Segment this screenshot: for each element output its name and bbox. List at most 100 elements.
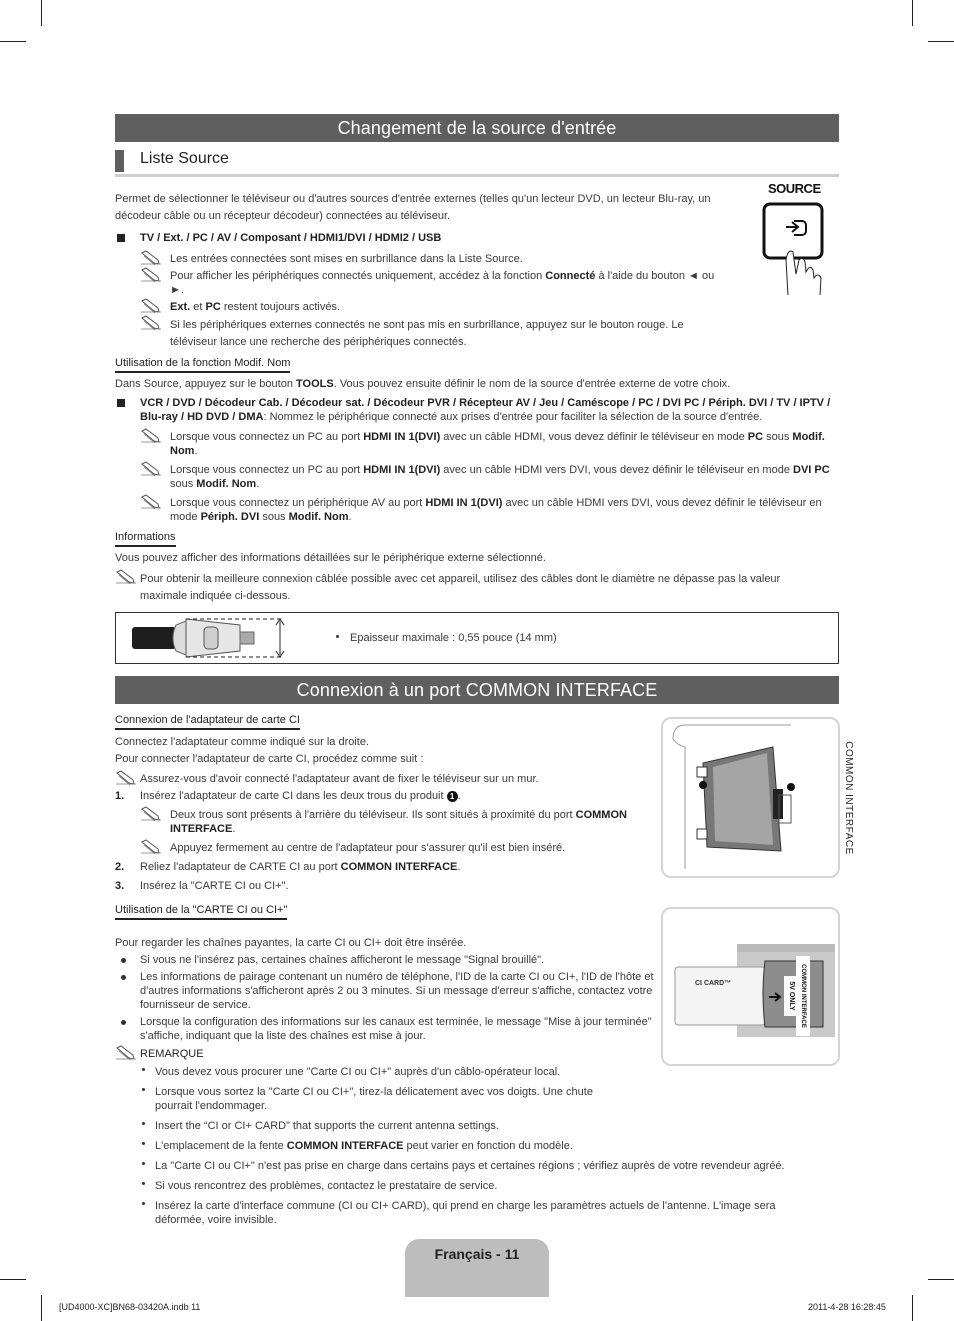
crop-mark (912, 0, 913, 26)
crop-mark (912, 1295, 913, 1321)
square-bullet-icon (117, 399, 125, 407)
sources-list-item: TV / Ext. / PC / AV / Composant / HDMI1/… (115, 231, 839, 245)
note-pencil-icon (141, 494, 161, 510)
t: avec un câble HDMI vers DVI, vous devez … (440, 464, 794, 476)
remark-heading: REMARQUE (115, 1045, 655, 1061)
bullet-icon (121, 975, 126, 980)
note-pencil-icon (116, 569, 136, 585)
note-text: restent toujours activés. (220, 301, 340, 313)
bullet-icon (142, 1202, 145, 1205)
note-text: Deux trous sont présents à l'arrière du … (170, 809, 576, 821)
note-bold: Connecté (545, 270, 596, 282)
text: Pour connecter l'adaptateur de carte CI,… (115, 753, 424, 765)
page-number: Français - 11 (434, 1246, 520, 1262)
note-pencil-icon (141, 250, 161, 266)
step-number: 2. (115, 861, 125, 873)
t: sous (259, 511, 289, 523)
b: HDMI IN 1(DVI) (363, 431, 441, 443)
t: . (194, 445, 198, 457)
cable-spec-item: Epaisseur maximale : 0,55 pouce (14 mm) (336, 631, 557, 645)
bullet-icon (142, 1182, 145, 1185)
remark-text: La "Carte CI ou CI+" n'est pas prise en … (155, 1160, 785, 1172)
crop-mark (928, 1279, 954, 1280)
usage-bullet: Si vous ne l'insérez pas, certaines chaî… (115, 953, 655, 967)
note-text: Pour afficher les périphériques connecté… (170, 270, 546, 282)
marker-1-icon: 1 (446, 791, 458, 802)
note-item: Assurez-vous d'avoir connecté l'adaptate… (115, 770, 655, 786)
note-text: Appuyez fermement au centre de l'adaptat… (170, 842, 566, 854)
remark-text: Si vous rencontrez des problèmes, contac… (155, 1180, 498, 1192)
b: PC (747, 431, 764, 443)
remark-text: Insérez la carte d'interface commune (CI… (155, 1200, 776, 1226)
page-number-tab: Français - 11 (405, 1239, 549, 1297)
crop-mark (928, 41, 954, 42)
ci-card-illustration (674, 944, 835, 1037)
t: Lorsque vous connectez un PC au port (170, 431, 364, 443)
step-number: 3. (115, 880, 125, 892)
step-bold: COMMON INTERFACE (340, 861, 458, 873)
ci-adapter-illustration (672, 724, 795, 869)
bullet-icon (142, 1122, 145, 1125)
usage-bullet: Lorsque la configuration des information… (115, 1015, 655, 1043)
t: Lorsque vous connectez un périphérique A… (170, 497, 426, 509)
usage-heading: Utilisation de la "CARTE CI ou CI+" (115, 903, 288, 920)
hdmi-cable-icon (132, 618, 285, 658)
step-3: 3. Insérez la "CARTE CI ou CI+". (115, 879, 655, 893)
slug-left: [UD4000-XC]BN68-03420A.indb 11 (59, 1302, 201, 1312)
remark-text: Vous devez vous procurer une "Carte CI o… (155, 1066, 561, 1078)
b: Modif. Nom (288, 511, 349, 523)
subsection-header: Liste Source (115, 148, 839, 177)
ci-card-figure: CI CARD™ COMMON INTERFACE 5V ONLY (661, 907, 840, 1066)
step-text: Insérez la "CARTE CI ou CI+". (140, 880, 289, 892)
bullet-icon (121, 958, 126, 963)
note-item: Si les périphériques externes connectés … (115, 315, 700, 351)
t: avec un câble HDMI, vous devez définir l… (440, 431, 748, 443)
note-item: Lorsque vous connectez un périphérique A… (115, 494, 839, 524)
section-title-ci: Connexion à un port COMMON INTERFACE (115, 676, 839, 704)
note-pencil-icon (116, 770, 136, 786)
remark-text: peut varier en fonction du modèle. (403, 1140, 573, 1152)
text: . Vous pouvez ensuite définir le nom de … (333, 378, 731, 390)
b: HDMI IN 1(DVI) (363, 464, 441, 476)
note-bold: PC (205, 301, 221, 313)
t: Lorsque vous connectez un PC au port (170, 464, 364, 476)
note-text: Si les périphériques externes connectés … (170, 319, 684, 348)
devices-desc: : Nommez le périphérique connecté aux pr… (263, 411, 763, 423)
note-pencil-icon (141, 298, 161, 314)
step-1: 1. Insérez l'adaptateur de carte CI dans… (115, 790, 461, 802)
remark-item: L'emplacement de la fente COMMON INTERFA… (115, 1139, 835, 1153)
note-item: Pour obtenir la meilleure connexion câbl… (115, 569, 830, 605)
step-number: 1. (115, 790, 125, 802)
b: Modif. Nom (196, 478, 257, 490)
ci-card-label: CI CARD™ (695, 980, 732, 987)
bullet-icon (142, 1162, 145, 1165)
ci-text-column: Connexion de l'adaptateur de carte CI Co… (115, 704, 655, 1061)
t: . (256, 478, 260, 490)
tools-label: TOOLS (296, 378, 334, 390)
t: sous (170, 478, 197, 490)
bullet-text: Si vous ne l'insérez pas, certaines chaî… (140, 954, 545, 966)
section-title-text: Changement de la source d'entrée (337, 118, 617, 138)
b: DVI PC (793, 464, 830, 476)
note-pencil-icon (141, 315, 161, 331)
remark-item: La "Carte CI ou CI+" n'est pas prise en … (115, 1159, 835, 1173)
modif-nom-heading: Utilisation de la fonction Modif. Nom (115, 356, 291, 373)
note-text: Assurez-vous d'avoir connecté l'adaptate… (140, 773, 539, 785)
intro-text: Permet de sélectionner le téléviseur ou … (115, 193, 711, 222)
remark-item: Lorsque vous sortez la "Carte CI ou CI+"… (115, 1085, 615, 1113)
devices-list-item: VCR / DVD / Décodeur Cab. / Décodeur sat… (115, 396, 839, 424)
step-text: Insérez l'adaptateur de carte CI dans le… (140, 790, 447, 802)
bullet-text: Les informations de pairage contenant un… (140, 971, 654, 1011)
remark-item: Si vous rencontrez des problèmes, contac… (115, 1179, 835, 1193)
square-bullet-icon (117, 234, 125, 242)
voltage-label: 5V ONLY (784, 976, 798, 1016)
note-pencil-icon (141, 839, 161, 855)
note-pencil-icon (141, 428, 161, 444)
note-text: Pour obtenir la meilleure connexion câbl… (140, 573, 781, 602)
note-text: et (190, 301, 206, 313)
remark-item: Vous devez vous procurer une "Carte CI o… (115, 1065, 835, 1079)
bullet-icon (142, 1068, 145, 1071)
usage-bullet: Les informations de pairage contenant un… (115, 970, 655, 1012)
informations-text: Vous pouvez afficher des informations dé… (115, 552, 546, 564)
step-2: 2. Reliez l'adaptateur de CARTE CI au po… (115, 861, 461, 873)
